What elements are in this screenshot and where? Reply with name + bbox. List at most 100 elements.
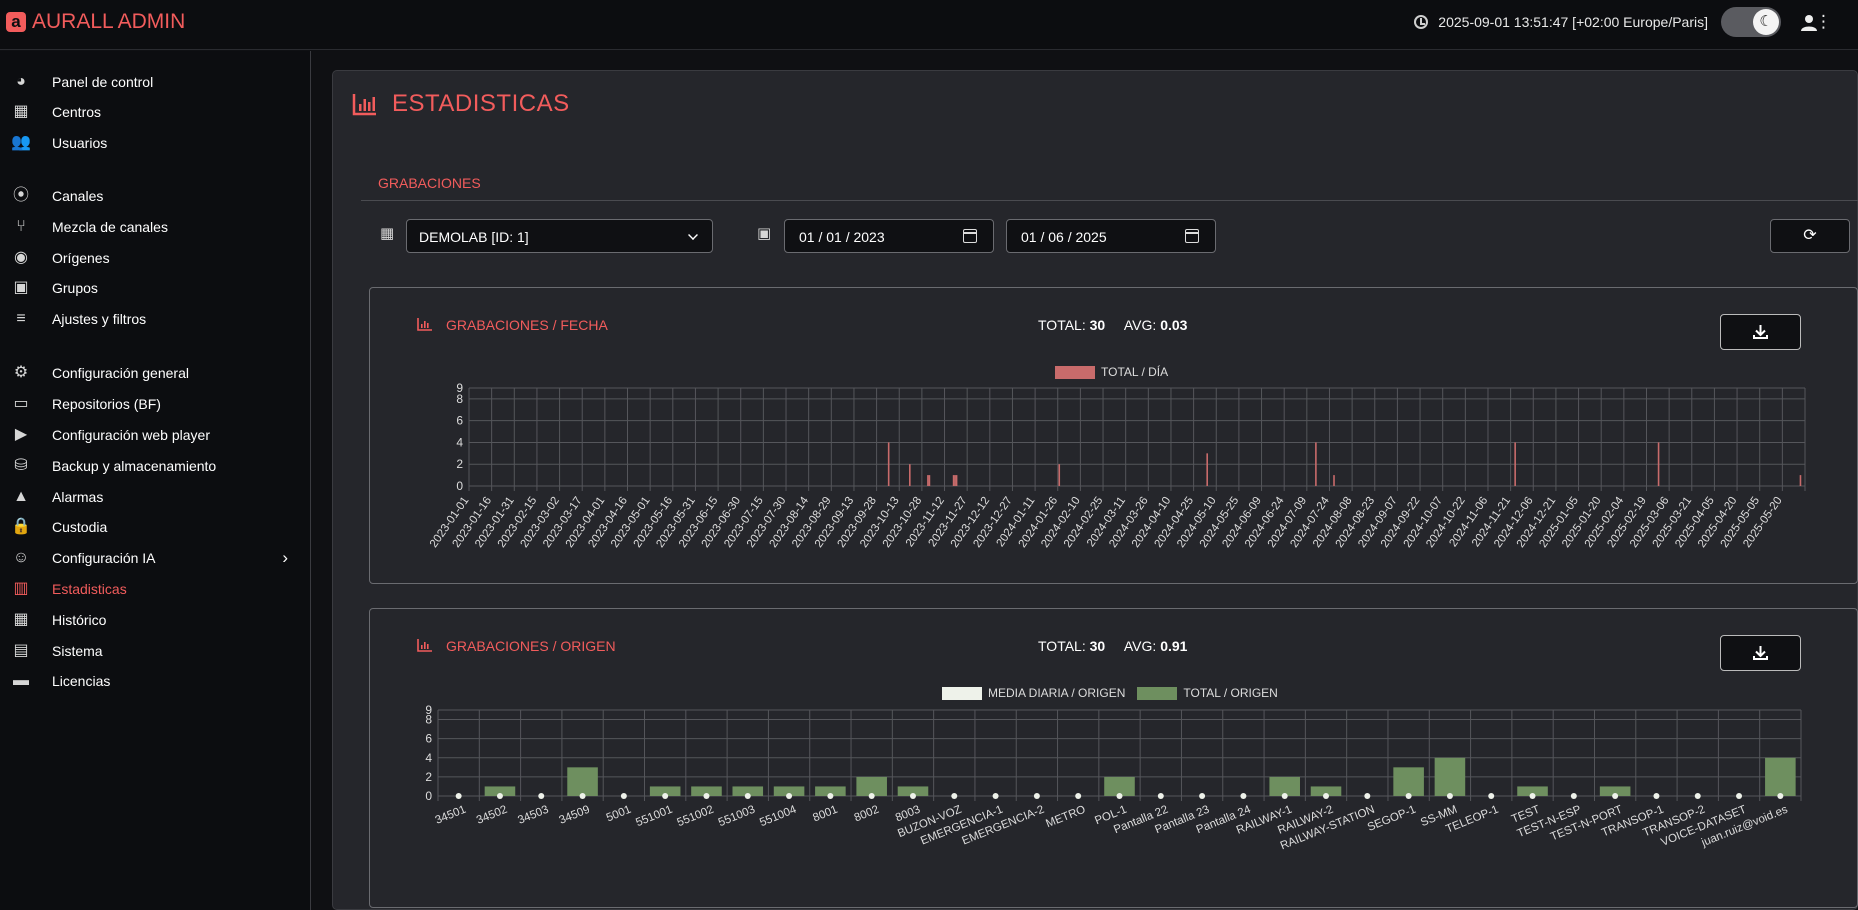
bar-total[interactable] [1434, 757, 1466, 796]
sidebar-item-label: Ajustes y filtros [52, 311, 147, 327]
bar[interactable] [1058, 464, 1061, 486]
legend-label-total: TOTAL / ORIGEN [1183, 686, 1278, 700]
avg-point[interactable] [1075, 793, 1082, 799]
avg-point[interactable] [1488, 793, 1495, 799]
avg-point[interactable] [1281, 793, 1288, 799]
avg-point[interactable] [662, 793, 669, 799]
refresh-icon: ⟳ [1803, 227, 1817, 244]
bar[interactable] [952, 475, 955, 486]
avg-point[interactable] [1157, 793, 1164, 799]
moon-icon: ☾ [1753, 9, 1779, 35]
legend-fecha[interactable]: TOTAL / DÍA [1055, 365, 1168, 379]
bar[interactable] [1315, 442, 1317, 486]
sidebar-item-alarmas[interactable]: ▲ Alarmas [0, 482, 311, 512]
sidebar-item-label: Repositorios (BF) [52, 396, 161, 412]
avg-point[interactable] [827, 793, 834, 799]
sidebar-item-configuracion-ia[interactable]: ☺ Configuración IA › [0, 543, 311, 573]
bar[interactable] [909, 464, 911, 486]
avg-point[interactable] [1653, 793, 1660, 799]
sidebar-item-grupos[interactable]: ▣ Grupos [0, 273, 311, 303]
sidebar-item-licencias[interactable]: ▬ Licencias [0, 666, 311, 696]
tab-grabaciones[interactable]: GRABACIONES [378, 175, 481, 191]
avg-point[interactable] [744, 793, 751, 799]
bar-total[interactable] [1393, 767, 1424, 796]
avg-point[interactable] [1405, 793, 1412, 799]
download-button-origen[interactable] [1720, 635, 1801, 671]
avg-point[interactable] [455, 793, 462, 799]
avg-point[interactable] [1323, 793, 1330, 799]
avg-point[interactable] [579, 793, 586, 799]
sidebar-item-origenes[interactable]: ◉ Orígenes [0, 243, 311, 273]
x-tick-label: 551001 [634, 804, 674, 830]
sidebar-item-ajustes-y-filtros[interactable]: ≡ Ajustes y filtros [0, 304, 311, 334]
sidebar-item-sistema[interactable]: ▤ Sistema [0, 636, 311, 666]
sidebar-item-estadisticas[interactable]: ▥ Estadisticas [0, 574, 311, 604]
calendar-picker-icon[interactable] [963, 229, 977, 243]
legend-origen[interactable]: MEDIA DIARIA / ORIGEN TOTAL / ORIGEN [942, 686, 1278, 700]
refresh-button[interactable]: ⟳ [1770, 219, 1850, 253]
sidebar-item-mezcla-de-canales[interactable]: ⑂ Mezcla de canales [0, 212, 311, 242]
sidebar-item-configuracion-web-player[interactable]: ▶ Configuración web player [0, 420, 311, 450]
bar-total[interactable] [1765, 757, 1796, 796]
avg-point[interactable] [951, 793, 958, 799]
center-select[interactable]: DEMOLAB [ID: 1] [406, 219, 713, 253]
bar[interactable] [955, 475, 958, 486]
avg-point[interactable] [1612, 793, 1619, 799]
sidebar-item-usuarios[interactable]: 👥 Usuarios [0, 128, 311, 158]
date-to-input[interactable]: 01 / 06 / 2025 [1006, 219, 1216, 253]
sidebar: ◕ Panel de control ▦ Centros 👥 Usuarios ⦿ Canal… [0, 51, 311, 910]
x-tick-label: METRO [1044, 804, 1087, 831]
bar[interactable] [1799, 475, 1802, 486]
avg-point[interactable] [1529, 793, 1536, 799]
sidebar-item-backup[interactable]: ⛁ Backup y almacenamiento [0, 451, 311, 481]
avg-point[interactable] [1364, 793, 1371, 799]
sidebar-item-label: Usuarios [52, 135, 108, 151]
download-button-fecha[interactable] [1720, 314, 1801, 350]
avg-point[interactable] [1777, 793, 1784, 799]
avg-point[interactable] [992, 793, 999, 799]
avg-point[interactable] [1736, 793, 1743, 799]
avg-point[interactable] [1199, 793, 1206, 799]
dashboard-icon: ◕ [16, 73, 26, 90]
avg-point[interactable] [786, 793, 793, 799]
bar-total[interactable] [567, 767, 598, 796]
avg-point[interactable] [1446, 793, 1453, 799]
sidebar-item-panel-de-control[interactable]: ◕ Panel de control [0, 67, 311, 97]
sidebar-item-canales[interactable]: ⦿ Canales [0, 181, 311, 211]
sidebar-item-label: Panel de control [52, 74, 154, 90]
sidebar-item-label: Canales [52, 188, 104, 204]
calendar-picker-icon[interactable] [1185, 229, 1199, 243]
avg-point[interactable] [1116, 793, 1123, 799]
bar[interactable] [1657, 442, 1660, 486]
sidebar-item-centros[interactable]: ▦ Centros [0, 97, 311, 127]
sidebar-item-repositorios[interactable]: ▭ Repositorios (BF) [0, 389, 311, 419]
sidebar-item-historico[interactable]: ▦ Histórico [0, 605, 311, 635]
bar[interactable] [1514, 442, 1516, 486]
sidebar-item-custodia[interactable]: 🔒 Custodia [0, 512, 311, 542]
avg-point[interactable] [496, 793, 503, 799]
server-icon: ▤ [13, 642, 29, 659]
bar[interactable] [927, 475, 929, 486]
avg-point[interactable] [1240, 793, 1247, 799]
avg-point[interactable] [1694, 793, 1701, 799]
sidebar-item-configuracion-general[interactable]: ⚙ Configuración general [0, 358, 311, 388]
bar[interactable] [1206, 453, 1208, 486]
sidebar-item-label: Grupos [52, 280, 98, 296]
more-options-icon[interactable]: ⋮ [1815, 13, 1832, 30]
archive-icon: ▭ [13, 395, 29, 412]
date-from-input[interactable]: 01 / 01 / 2023 [784, 219, 994, 253]
chevron-right-icon[interactable]: › [282, 548, 288, 568]
bar[interactable] [887, 442, 890, 486]
brand[interactable]: a AURALL ADMIN [6, 10, 185, 34]
bar[interactable] [954, 475, 956, 486]
avg-point[interactable] [1033, 793, 1040, 799]
bar[interactable] [1333, 475, 1335, 486]
bar[interactable] [928, 475, 931, 486]
avg-point[interactable] [1570, 793, 1577, 799]
avg-point[interactable] [909, 793, 916, 799]
avg-point[interactable] [620, 793, 627, 799]
avg-point[interactable] [538, 793, 545, 799]
avg-point[interactable] [868, 793, 875, 799]
avg-point[interactable] [703, 793, 710, 799]
theme-toggle[interactable]: ☾ [1721, 7, 1781, 37]
